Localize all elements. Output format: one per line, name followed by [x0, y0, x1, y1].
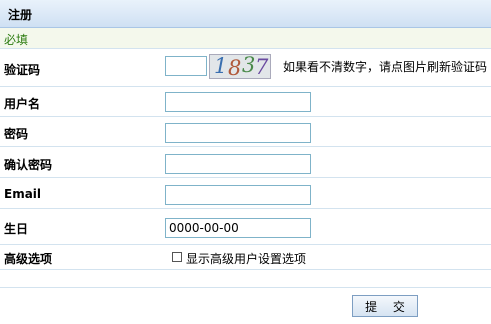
form-title: 注册 — [8, 8, 33, 22]
form-footer: 提 交 — [0, 287, 491, 324]
captcha-hint: 如果看不清数字，请点图片刷新验证码 — [283, 60, 488, 74]
birthday-label: 生日 — [4, 222, 29, 236]
form-header: 注册 — [0, 0, 491, 28]
password-input[interactable] — [165, 123, 311, 143]
birthday-input[interactable] — [165, 218, 311, 238]
email-label: Email — [4, 187, 42, 201]
required-note-bar: 必填 — [0, 28, 491, 49]
advanced-options-checkbox[interactable] — [172, 252, 182, 262]
confirm-password-row: 确认密码 — [0, 147, 491, 178]
advanced-row: 高级选项 显示高级用户设置选项 — [0, 245, 491, 270]
email-input[interactable] — [165, 185, 311, 205]
captcha-label: 验证码 — [4, 63, 41, 77]
captcha-image[interactable]: 1 8 3 7 — [209, 54, 271, 79]
username-label: 用户名 — [4, 97, 41, 111]
captcha-char: 7 — [255, 55, 269, 79]
birthday-row: 生日 — [0, 209, 491, 245]
captcha-char: 1 — [214, 54, 228, 78]
required-note: 必填 — [4, 33, 29, 47]
confirm-password-input[interactable] — [165, 154, 311, 174]
confirm-password-label: 确认密码 — [4, 158, 53, 172]
submit-button[interactable]: 提 交 — [352, 295, 418, 317]
username-input[interactable] — [165, 92, 311, 112]
captcha-input[interactable] — [165, 56, 207, 76]
email-row: Email — [0, 178, 491, 209]
advanced-label: 高级选项 — [4, 252, 53, 266]
captcha-char: 8 — [228, 56, 242, 79]
captcha-row: 验证码 1 8 3 7 如果看不清数字，请点图片刷新验证码 — [0, 49, 491, 87]
username-row: 用户名 — [0, 87, 491, 117]
password-label: 密码 — [4, 127, 29, 141]
password-row: 密码 — [0, 117, 491, 147]
captcha-char: 3 — [242, 54, 256, 77]
advanced-options-checkbox-label[interactable]: 显示高级用户设置选项 — [186, 250, 306, 267]
